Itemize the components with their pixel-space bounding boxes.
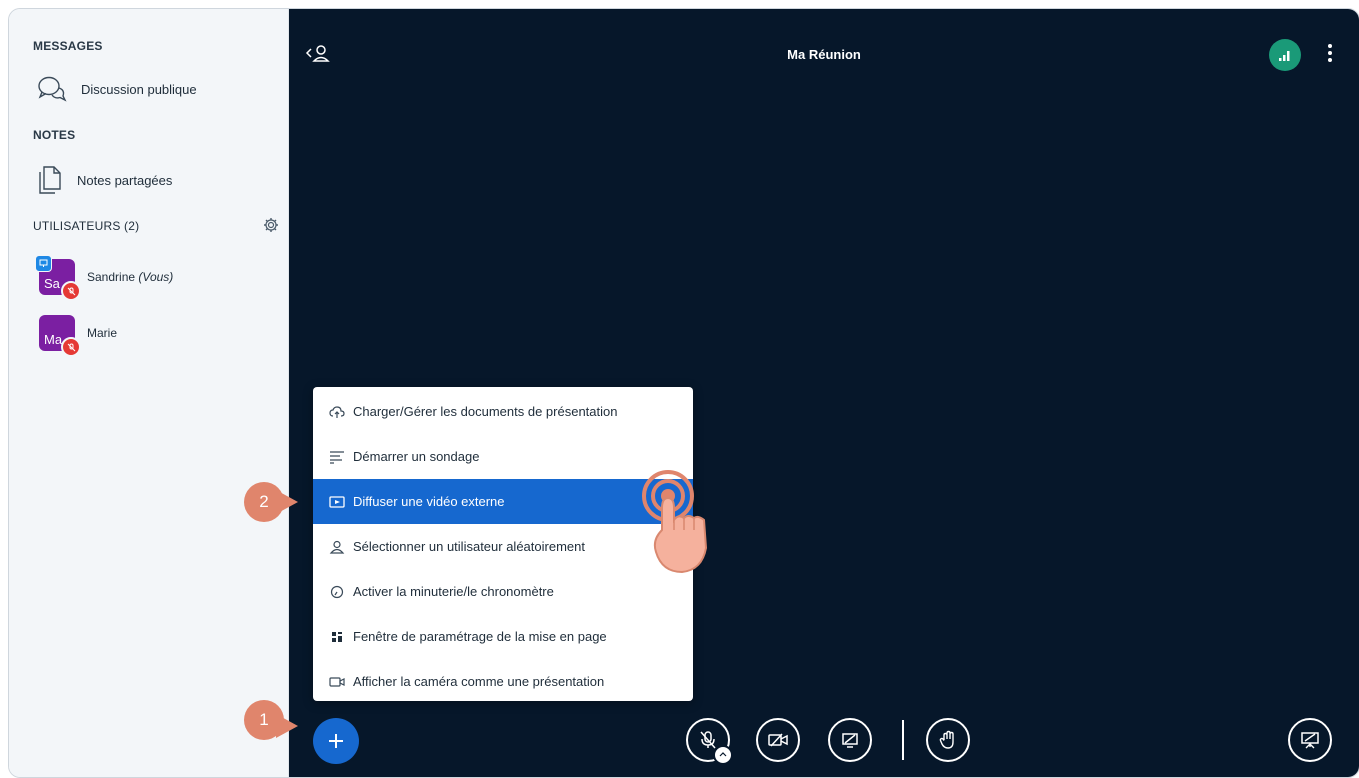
menu-item-manage-presentations[interactable]: Charger/Gérer les documents de présentat…	[313, 389, 693, 434]
menu-item-label: Sélectionner un utilisateur aléatoiremen…	[353, 539, 585, 554]
avatar: Ma	[39, 315, 81, 357]
share-webcam-button[interactable]	[756, 718, 800, 762]
chat-bubble-icon	[38, 76, 67, 102]
hand-icon	[939, 730, 954, 749]
notes-section-title: NOTES	[33, 128, 76, 142]
menu-item-share-external-video[interactable]: Diffuser une vidéo externe	[313, 479, 693, 524]
toolbar-divider	[902, 720, 904, 760]
camera-off-icon	[768, 733, 788, 747]
menu-item-label: Diffuser une vidéo externe	[353, 494, 505, 509]
user-icon	[329, 540, 345, 554]
connection-status-icon[interactable]	[1269, 39, 1301, 71]
meeting-title: Ma Réunion	[787, 47, 861, 62]
camera-icon	[329, 676, 345, 687]
actions-plus-button[interactable]	[313, 718, 359, 764]
menu-item-layout-settings[interactable]: Fenêtre de paramétrage de la mise en pag…	[313, 614, 693, 659]
menu-item-label: Charger/Gérer les documents de présentat…	[353, 404, 618, 419]
avatar-initials: Sa	[44, 276, 60, 291]
step-badge-2: 2	[244, 482, 298, 522]
audio-settings-icon[interactable]	[713, 745, 733, 765]
menu-item-random-user[interactable]: Sélectionner un utilisateur aléatoiremen…	[313, 524, 693, 569]
timer-icon	[330, 585, 344, 598]
menu-item-label: Activer la minuterie/le chronomètre	[353, 584, 554, 599]
self-indicator: (Vous)	[138, 270, 174, 284]
public-chat-label: Discussion publique	[81, 81, 197, 97]
user-name: Marie	[87, 326, 118, 340]
presenter-icon	[35, 255, 52, 272]
raise-hand-button[interactable]	[926, 718, 970, 762]
more-options-icon[interactable]	[1327, 43, 1333, 63]
actions-menu: Charger/Gérer les documents de présentat…	[313, 387, 693, 701]
user-name-text: Sandrine	[87, 270, 136, 284]
upload-cloud-icon	[329, 405, 345, 418]
shared-notes-item[interactable]: Notes partagées	[37, 165, 172, 195]
step-badge-1: 1	[244, 700, 298, 740]
step-number: 1	[244, 700, 284, 740]
plus-icon	[329, 734, 343, 748]
layout-grid-icon	[332, 631, 342, 642]
menu-item-timer[interactable]: Activer la minuterie/le chronomètre	[313, 569, 693, 614]
poll-list-icon	[330, 450, 344, 464]
shared-notes-label: Notes partagées	[77, 172, 173, 188]
external-video-icon	[329, 495, 345, 508]
menu-item-camera-as-presentation[interactable]: Afficher la caméra comme une présentatio…	[313, 659, 693, 704]
muted-mic-icon	[61, 337, 81, 357]
mute-microphone-button[interactable]	[686, 718, 733, 765]
user-list-item[interactable]: Ma Marie	[39, 315, 118, 357]
user-name: Sandrine (Vous)	[87, 270, 173, 284]
messages-section-title: MESSAGES	[33, 39, 103, 53]
muted-mic-icon	[700, 731, 716, 749]
muted-mic-icon	[61, 281, 81, 301]
avatar: Sa	[35, 255, 81, 301]
menu-item-label: Démarrer un sondage	[353, 449, 480, 464]
gear-icon[interactable]	[263, 217, 279, 233]
user-list-item[interactable]: Sa Sandrine (Vous)	[35, 255, 173, 301]
menu-item-start-poll[interactable]: Démarrer un sondage	[313, 434, 693, 479]
menu-item-label: Afficher la caméra comme une présentatio…	[353, 674, 605, 689]
step-number: 2	[244, 482, 284, 522]
avatar-initials: Ma	[44, 332, 63, 347]
screen-share-off-icon	[842, 733, 858, 748]
menu-item-label: Fenêtre de paramétrage de la mise en pag…	[353, 629, 607, 644]
share-screen-button[interactable]	[828, 718, 872, 762]
hand-pointer-icon	[642, 470, 708, 574]
sidebar: MESSAGES Discussion publique NOTES Notes…	[9, 9, 289, 777]
users-section-title: UTILISATEURS (2)	[33, 219, 140, 233]
public-chat-item[interactable]: Discussion publique	[37, 75, 197, 103]
document-icon	[39, 166, 61, 194]
presentation-icon	[1301, 732, 1319, 749]
presentation-toggle-button[interactable]	[1288, 718, 1332, 762]
